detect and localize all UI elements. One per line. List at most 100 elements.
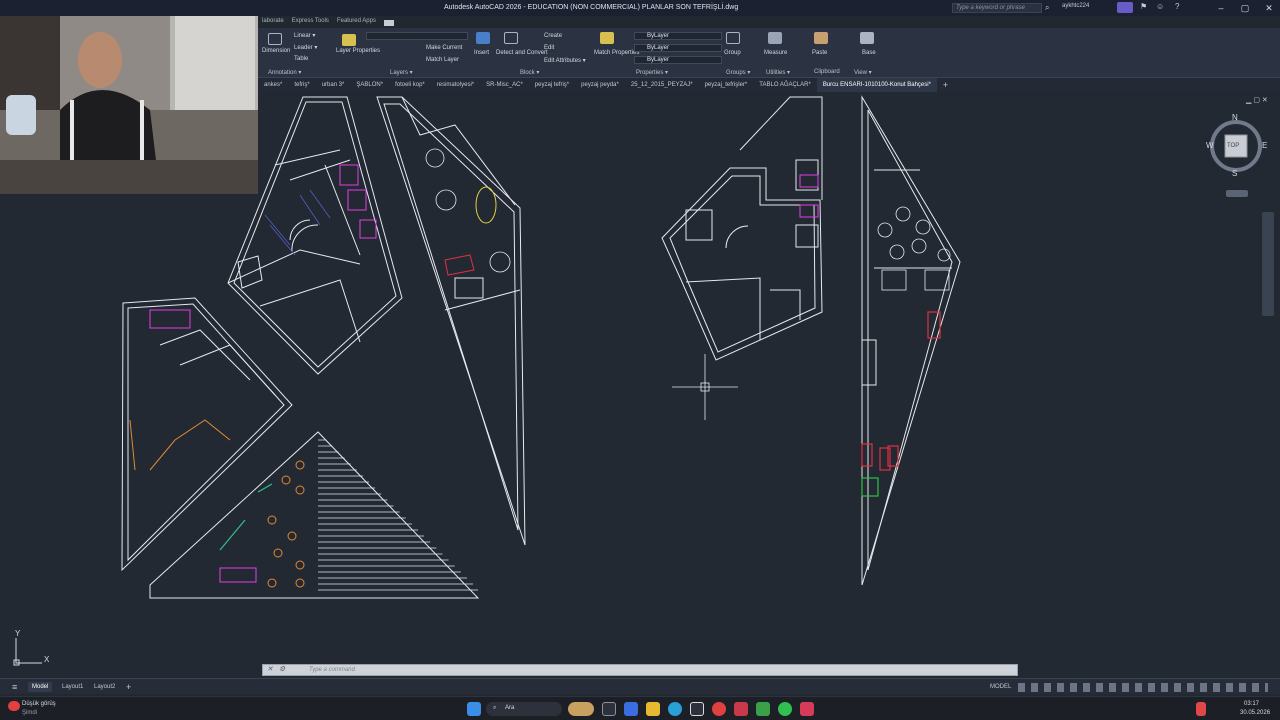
autocad-taskbar-icon[interactable] <box>734 702 748 716</box>
app-icon-1[interactable] <box>624 702 638 716</box>
utilities-panel-label[interactable]: Utilities ▾ <box>766 69 790 76</box>
file-tab[interactable]: SR-Misc_AC* <box>480 78 529 92</box>
task-view-icon[interactable] <box>602 702 616 716</box>
layer-dropdown[interactable] <box>366 32 468 40</box>
user-account[interactable]: aykhtc224 <box>1062 3 1089 9</box>
command-line[interactable]: ✕ ⚙ Type a command <box>262 664 1018 676</box>
viewcube-east[interactable]: E <box>1262 141 1267 150</box>
leader-button[interactable]: Leader ▾ <box>294 44 317 51</box>
detect-convert-button[interactable]: Detect and Convert <box>496 50 548 56</box>
layer-properties-button[interactable]: Layer Properties <box>336 48 380 54</box>
paste-icon[interactable] <box>814 32 828 44</box>
weather-text[interactable]: Düşük görüş <box>22 701 56 707</box>
windows-start-icon[interactable] <box>467 702 481 716</box>
chrome-icon[interactable] <box>712 702 726 716</box>
cart-icon[interactable]: ⚑ <box>1140 2 1147 11</box>
store-icon[interactable] <box>690 702 704 716</box>
tab-collaborate[interactable]: laborate <box>262 18 284 28</box>
dimension-icon[interactable] <box>268 33 282 45</box>
navigation-bar[interactable] <box>1262 212 1274 316</box>
clock-date[interactable]: 30.05.2026 <box>1240 710 1270 716</box>
command-close-icon[interactable]: ✕ <box>267 665 273 675</box>
layer-properties-icon[interactable] <box>342 34 356 46</box>
file-tab[interactable]: peyzaj_tefrişler* <box>699 78 754 92</box>
tab-layout1[interactable]: Layout1 <box>58 682 87 692</box>
viewcube-top-face[interactable]: TOP <box>1227 143 1239 149</box>
add-layout-button[interactable]: + <box>122 682 135 692</box>
edge-icon[interactable] <box>668 702 682 716</box>
help-icon[interactable]: ? <box>1175 2 1179 11</box>
tab-toggle-icon[interactable] <box>383 20 394 26</box>
widgets-icon[interactable] <box>568 702 594 716</box>
cloud-icon[interactable] <box>1117 2 1133 13</box>
file-tab[interactable]: tefriş* <box>288 78 315 92</box>
linetype-dropdown[interactable]: ByLayer <box>634 44 722 52</box>
match-properties-icon[interactable] <box>600 32 614 44</box>
dimension-button[interactable]: Dimension <box>262 48 290 54</box>
file-explorer-icon[interactable] <box>646 702 660 716</box>
file-tab[interactable]: peyzaj tefriş* <box>529 78 575 92</box>
menu-icon[interactable]: ≡ <box>8 682 21 692</box>
insert-button[interactable]: Insert <box>474 50 489 56</box>
whatsapp-icon[interactable] <box>778 702 792 716</box>
drawing-window-controls[interactable]: ▁ ▢ ✕ <box>1246 96 1268 104</box>
taskbar-search[interactable] <box>486 702 562 716</box>
table-button[interactable]: Table <box>294 56 308 62</box>
groups-panel-label[interactable]: Groups ▾ <box>726 69 750 76</box>
viewcube-south[interactable]: S <box>1232 169 1237 178</box>
status-toggles[interactable] <box>1018 683 1268 692</box>
tab-layout2[interactable]: Layout2 <box>90 682 119 692</box>
tab-model[interactable]: Model <box>28 682 53 692</box>
command-settings-icon[interactable]: ⚙ <box>279 665 285 675</box>
viewcube-west[interactable]: W <box>1206 141 1214 150</box>
people-icon[interactable]: ☺ <box>1156 2 1164 11</box>
file-tab[interactable]: fotoeli kop* <box>389 78 431 92</box>
clock-time[interactable]: 03:17 <box>1244 701 1259 707</box>
measure-button[interactable]: Measure <box>764 50 787 56</box>
block-panel-label[interactable]: Block ▾ <box>520 69 539 76</box>
linear-button[interactable]: Linear ▾ <box>294 32 315 39</box>
file-tab[interactable]: urban 3* <box>316 78 351 92</box>
create-block-button[interactable]: Create <box>544 33 562 39</box>
tab-express-tools[interactable]: Express Tools <box>292 18 329 28</box>
insert-icon[interactable] <box>476 32 490 44</box>
file-tab[interactable]: resimatolyesi* <box>431 78 480 92</box>
edit-attributes-button[interactable]: Edit Attributes ▾ <box>544 57 586 64</box>
model-space-toggle[interactable]: MODEL <box>986 682 1015 692</box>
view-panel-label[interactable]: View ▾ <box>854 69 872 76</box>
file-tab[interactable]: 25_12_2015_PEYZAJ* <box>625 78 699 92</box>
viewcube[interactable]: N S E W TOP <box>1206 110 1272 196</box>
mic-icon[interactable] <box>1196 702 1206 716</box>
annotation-panel-label[interactable]: Annotation ▾ <box>268 69 301 76</box>
make-current-button[interactable]: Make Current <box>426 45 462 51</box>
match-properties-button[interactable]: Match Properties <box>594 50 639 56</box>
file-tab[interactable]: ankes* <box>258 78 288 92</box>
match-layer-button[interactable]: Match Layer <box>426 57 459 63</box>
file-tab[interactable]: TABLO AĞAÇLAR* <box>753 78 817 92</box>
lineweight-dropdown[interactable]: ByLayer <box>634 56 722 64</box>
base-button[interactable]: Base <box>862 50 876 56</box>
paste-button[interactable]: Paste <box>812 50 827 56</box>
clipboard-panel-label[interactable]: Clipboard <box>814 69 840 75</box>
close-button[interactable]: ✕ <box>1258 1 1280 15</box>
group-button[interactable]: Group <box>724 50 741 56</box>
tab-featured-apps[interactable]: Featured Apps <box>337 18 376 28</box>
search-input[interactable]: Type a keyword or phrase <box>952 3 1042 13</box>
detect-convert-icon[interactable] <box>504 32 518 44</box>
file-tab[interactable]: ŞABLON* <box>350 78 389 92</box>
color-dropdown[interactable]: ByLayer <box>634 32 722 40</box>
group-icon[interactable] <box>726 32 740 44</box>
new-tab-button[interactable]: + <box>937 78 954 92</box>
app-icon-2[interactable] <box>756 702 770 716</box>
file-tab[interactable]: Burcu ENSARI-1010100-Konut Bahçesi* <box>816 78 937 92</box>
app-icon-3[interactable] <box>800 702 814 716</box>
viewcube-north[interactable]: N <box>1232 113 1238 122</box>
file-tab[interactable]: peyzaj peyda* <box>575 78 625 92</box>
base-icon[interactable] <box>860 32 874 44</box>
wcs-menu[interactable] <box>1226 190 1248 197</box>
layers-panel-label[interactable]: Layers ▾ <box>390 69 413 76</box>
command-input[interactable]: Type a command <box>309 667 355 673</box>
maximize-button[interactable]: ▢ <box>1234 1 1256 15</box>
measure-icon[interactable] <box>768 32 782 44</box>
edit-block-button[interactable]: Edit <box>544 45 554 51</box>
